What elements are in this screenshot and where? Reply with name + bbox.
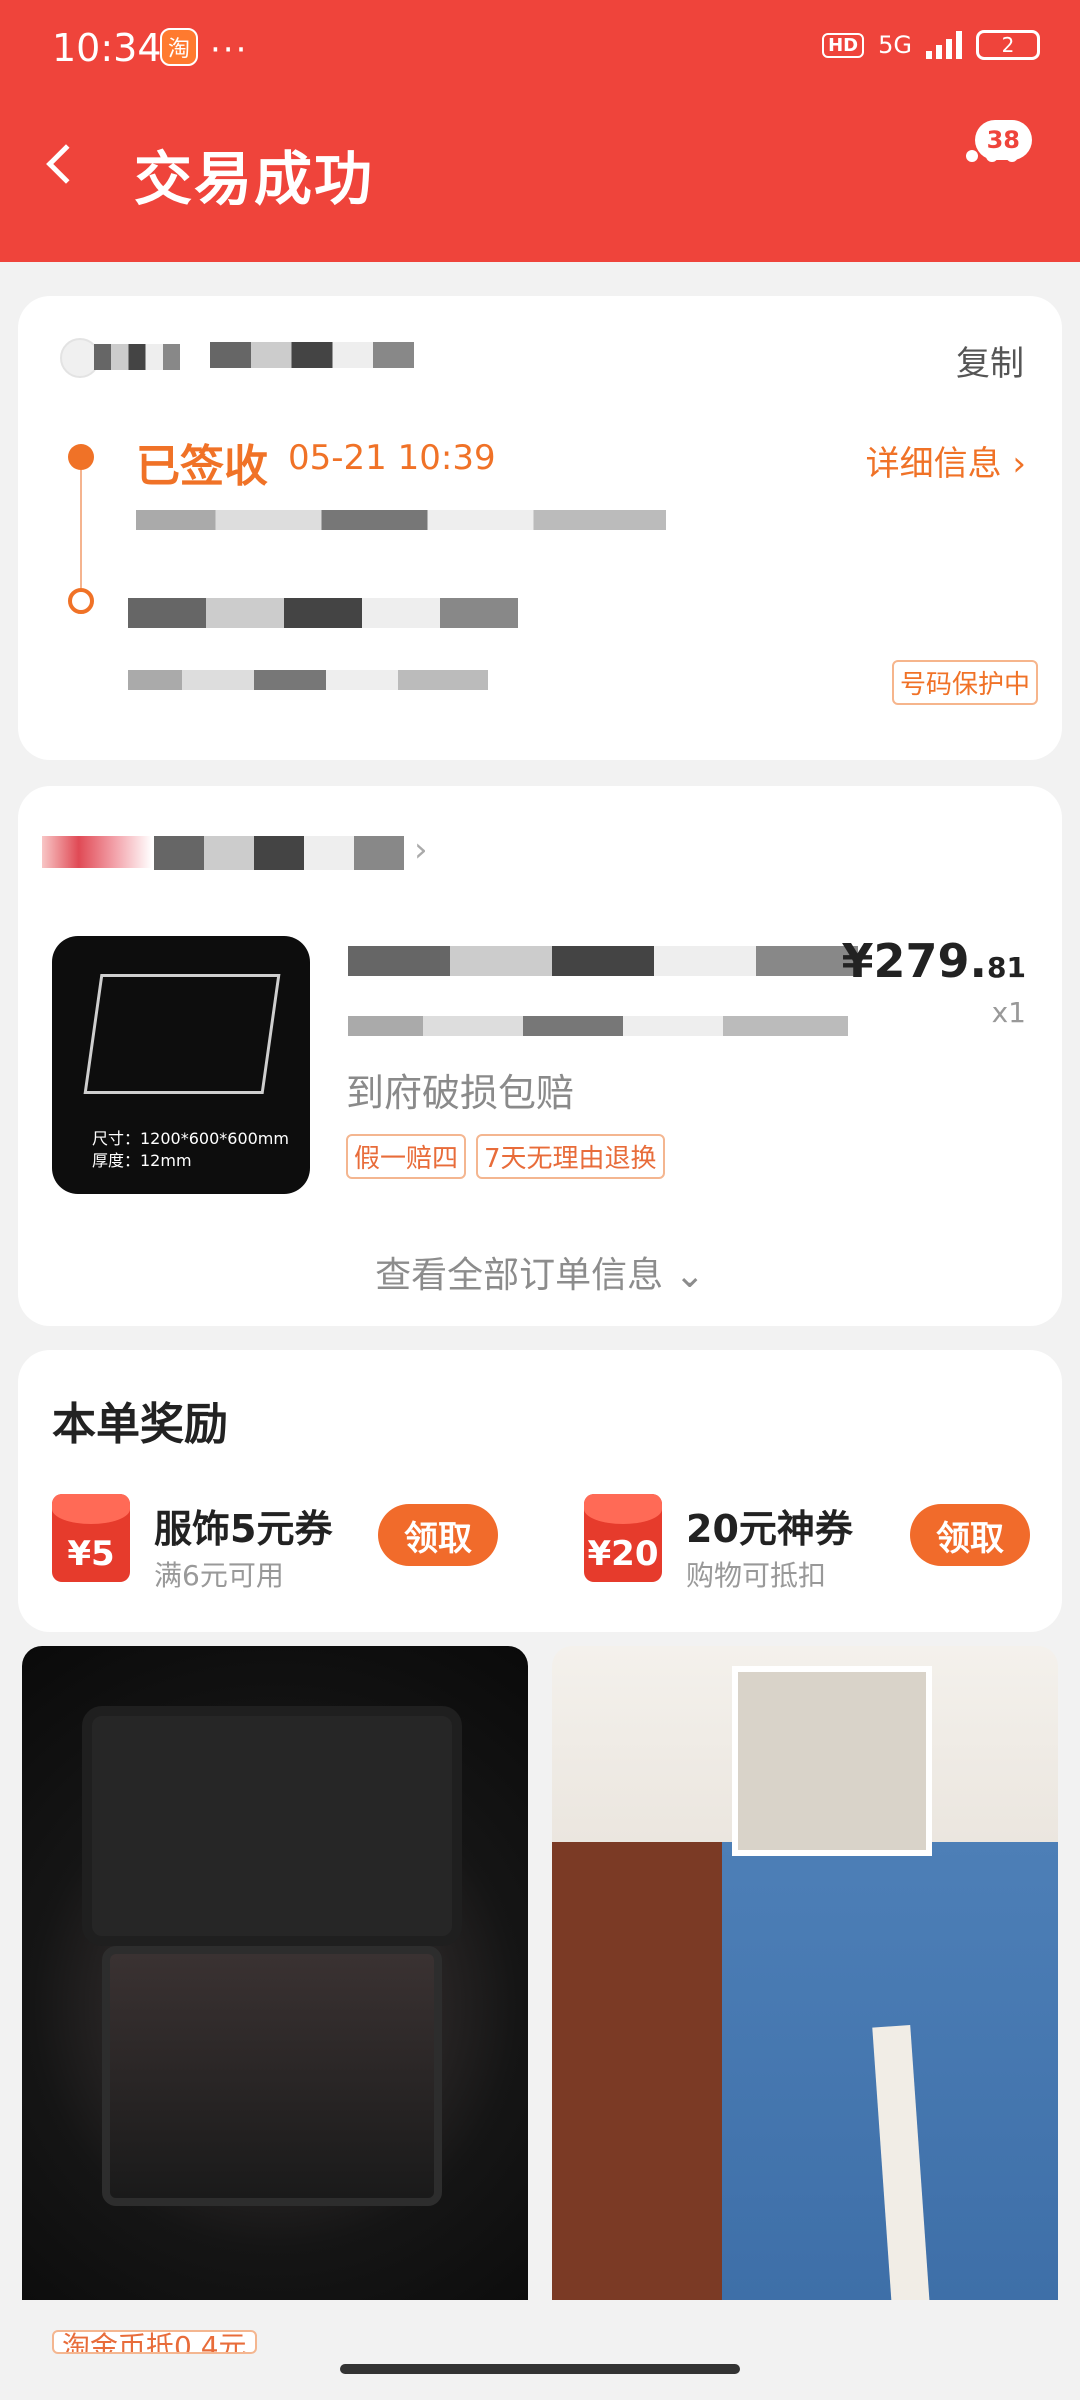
feed-item-photo[interactable] xyxy=(22,1646,528,2300)
back-icon[interactable] xyxy=(46,144,86,184)
coupon-name: 服饰5元券 xyxy=(154,1507,333,1551)
header-bar: 10:34 淘 ··· HD 5G 2 交易成功 38 xyxy=(0,0,1080,262)
coin-discount-tag: 淘金币抵0.4元 xyxy=(52,2330,257,2354)
caption-size: 尺寸：1200*600*600mm xyxy=(92,1129,289,1148)
logistics-card: 复制 已签收 05-21 10:39 详细信息 › 号码保护中 xyxy=(18,296,1062,760)
product-image[interactable]: 尺寸：1200*600*600mm 厚度：12mm xyxy=(52,936,310,1194)
page-title: 交易成功 xyxy=(134,145,375,213)
coupon-condition: 购物可抵扣 xyxy=(686,1559,827,1592)
view-all-order-info[interactable]: 查看全部订单信息 ⌄ xyxy=(18,1246,1062,1298)
reward-card: 本单奖励 ¥5 服饰5元券 满6元可用 领取 ¥20 20元神券 购物可抵扣 领… xyxy=(18,1350,1062,1632)
coupon-item: ¥20 20元神券 购物可抵扣 领取 xyxy=(550,1494,1030,1594)
shop-logo-redacted xyxy=(42,836,152,868)
taobao-app-icon: 淘 xyxy=(160,28,198,66)
status-right: HD 5G 2 xyxy=(822,30,1040,60)
coupon-condition: 满6元可用 xyxy=(154,1559,284,1592)
product-quantity: x1 xyxy=(991,996,1026,1029)
battery-icon: 2 xyxy=(976,30,1040,60)
tracking-number-redacted xyxy=(210,342,414,368)
coupon-amount: ¥5 xyxy=(67,1534,115,1574)
product-spec-redacted xyxy=(348,1016,848,1036)
view-all-label: 查看全部订单信息 xyxy=(375,1255,664,1296)
product-price: ¥279.81 xyxy=(842,934,1026,988)
address-redacted xyxy=(128,670,488,690)
feed-item-photo[interactable] xyxy=(552,1646,1058,2300)
photo-tray-shape xyxy=(82,1706,462,1946)
timeline-line xyxy=(80,470,82,588)
service-tag: 7天无理由退换 xyxy=(476,1134,665,1179)
signal-icon xyxy=(926,31,962,59)
claim-button[interactable]: 领取 xyxy=(910,1504,1030,1566)
coupon-amount: ¥20 xyxy=(587,1534,659,1574)
red-envelope-icon: ¥20 xyxy=(584,1494,662,1582)
copy-button[interactable]: 复制 xyxy=(956,336,1024,385)
price-integer: ¥279. xyxy=(841,934,988,988)
product-image-caption: 尺寸：1200*600*600mm 厚度：12mm xyxy=(92,1128,289,1172)
delivery-detail-redacted xyxy=(136,510,666,530)
service-tags: 假一赔四 7天无理由退换 xyxy=(346,1134,665,1179)
product-box-shape xyxy=(83,974,281,1094)
damage-guarantee: 到府破损包赔 xyxy=(346,1071,575,1115)
service-tag: 假一赔四 xyxy=(346,1134,467,1179)
courier-name-redacted xyxy=(94,344,180,370)
status-time: 10:34 xyxy=(52,26,162,70)
notification-more-icon: ··· xyxy=(210,30,249,70)
detail-info-link[interactable]: 详细信息 › xyxy=(866,436,1026,485)
photo-shelf-shape xyxy=(732,1666,932,1856)
status-bar: 10:34 淘 ··· HD 5G 2 xyxy=(0,0,1080,100)
coupon-name: 20元神券 xyxy=(686,1507,853,1551)
chevron-down-icon: ⌄ xyxy=(674,1255,705,1296)
photo-tank-shape xyxy=(102,1946,442,2206)
delivery-time: 05-21 10:39 xyxy=(288,438,496,478)
claim-button[interactable]: 领取 xyxy=(378,1504,498,1566)
reward-title: 本单奖励 xyxy=(52,1399,228,1450)
photo-floor-shape xyxy=(552,1842,722,2300)
caption-thickness: 厚度：12mm xyxy=(92,1151,192,1170)
photo-board-shape xyxy=(872,2025,930,2300)
price-decimal: 81 xyxy=(987,951,1026,984)
timeline-dot-current xyxy=(68,444,94,470)
battery-level: 2 xyxy=(1001,33,1015,57)
network-label: 5G xyxy=(878,31,912,59)
number-protection-badge: 号码保护中 xyxy=(891,660,1038,705)
shop-name-redacted[interactable] xyxy=(154,836,404,870)
timeline-dot-address xyxy=(68,588,94,614)
recipient-redacted xyxy=(128,598,518,628)
shop-chevron-icon: › xyxy=(414,830,428,870)
hd-icon: HD xyxy=(822,32,865,58)
home-indicator[interactable] xyxy=(340,2364,740,2374)
message-count-badge: 38 xyxy=(974,120,1032,160)
coupon-item: ¥5 服饰5元券 满6元可用 领取 xyxy=(18,1494,498,1594)
delivery-status: 已签收 xyxy=(136,441,268,492)
order-card: › 尺寸：1200*600*600mm 厚度：12mm ¥279.81 x1 到… xyxy=(18,786,1062,1326)
product-title-redacted[interactable] xyxy=(348,946,858,976)
red-envelope-icon: ¥5 xyxy=(52,1494,130,1582)
detail-info-label: 详细信息 xyxy=(865,444,1002,484)
